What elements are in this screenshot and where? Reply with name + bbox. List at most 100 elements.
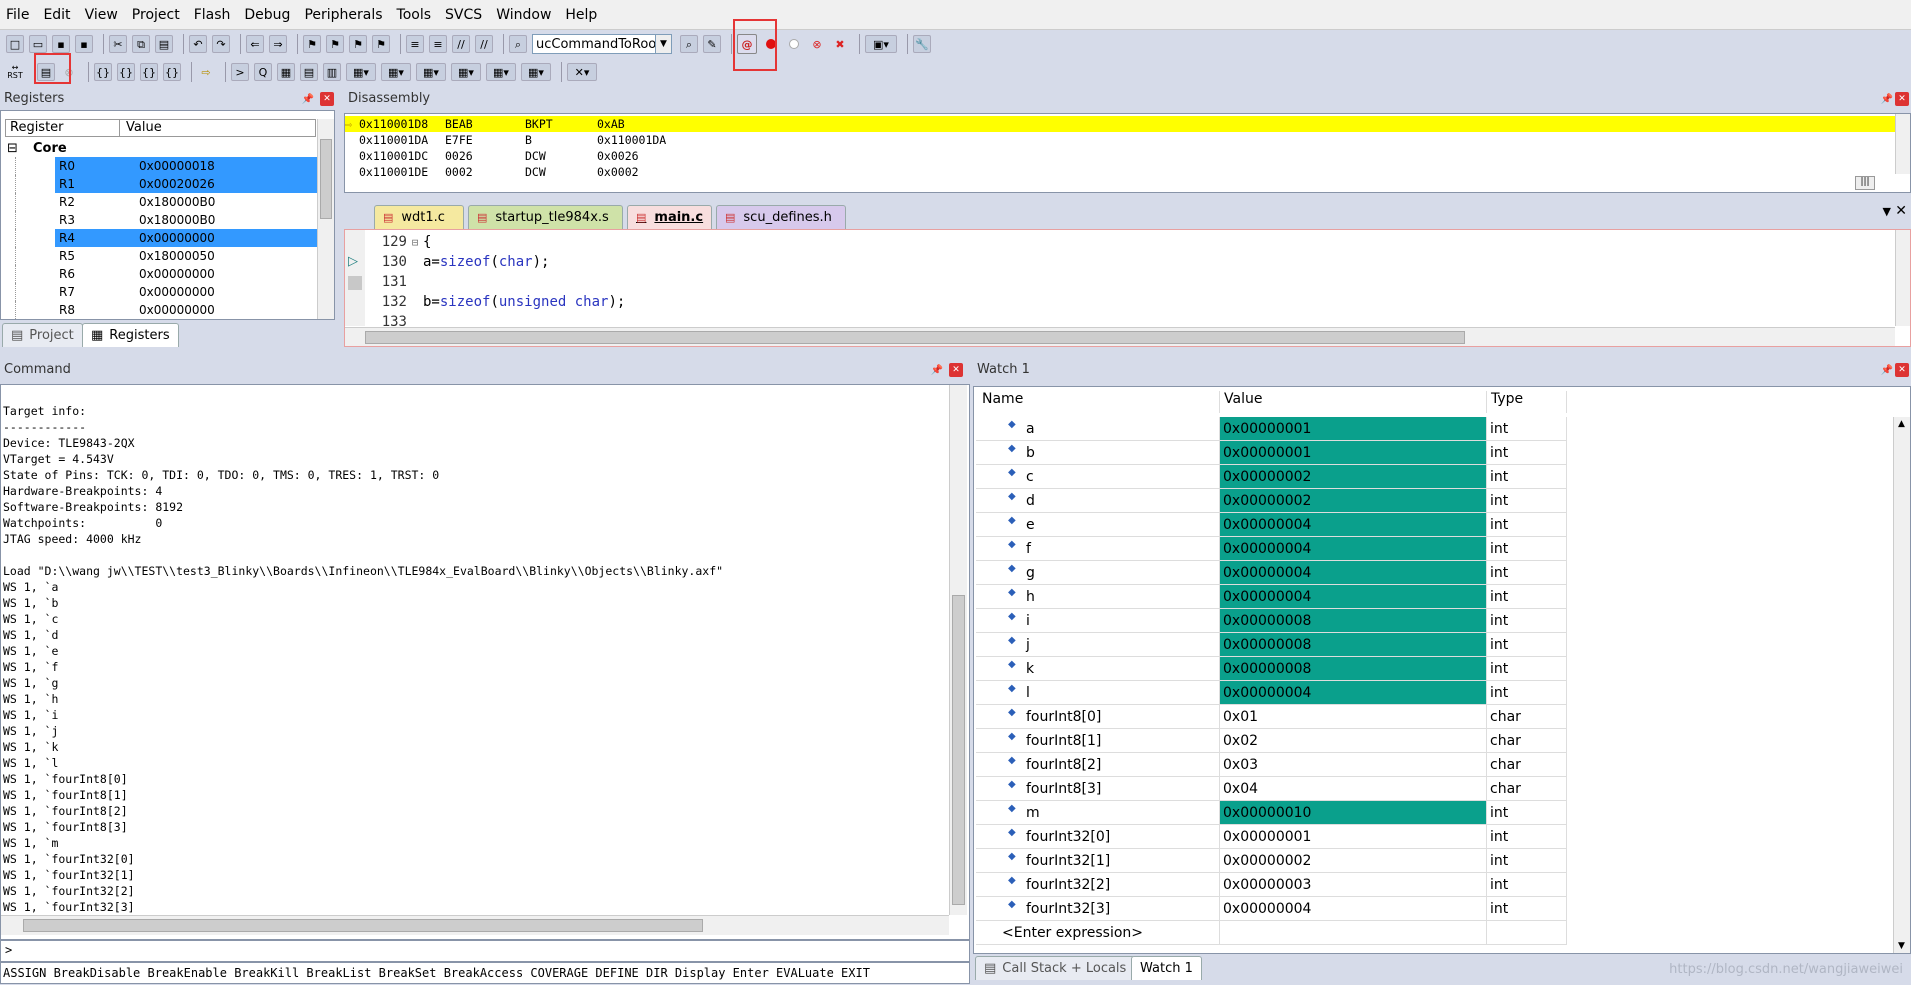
watch-row[interactable]: ◆ g 0x00000004 int bbox=[976, 561, 1567, 585]
pin-icon[interactable]: 📌 bbox=[1880, 363, 1894, 377]
splitter-handle-icon[interactable]: ||| bbox=[1855, 176, 1875, 190]
watch-value[interactable]: 0x00000001 bbox=[1220, 417, 1487, 441]
redo-icon[interactable]: ↷ bbox=[212, 35, 230, 53]
disassembly-line[interactable]: 0x110001DA E7FE B 0x110001DA bbox=[345, 132, 1895, 148]
tab-registers[interactable]: ▦ Registers bbox=[82, 323, 179, 347]
watch-value[interactable]: 0x02 bbox=[1220, 729, 1487, 753]
editor-tab-wdt1-c[interactable]: ▤ wdt1.c bbox=[374, 205, 464, 229]
register-row[interactable]: R3 0x180000B0 bbox=[1, 211, 316, 229]
watch-row[interactable]: ◆ fourInt32[2] 0x00000003 int bbox=[976, 873, 1567, 897]
register-value[interactable]: 0x00000000 bbox=[133, 265, 323, 283]
configure-icon[interactable]: 🔧 bbox=[913, 35, 931, 53]
save-all-icon[interactable]: ▪ bbox=[75, 35, 93, 53]
step-into-icon[interactable]: {} bbox=[94, 63, 112, 81]
bookmark-icon[interactable]: ⚑ bbox=[303, 35, 321, 53]
value-column-header[interactable]: Value bbox=[120, 120, 162, 136]
breakpoint-disable-icon[interactable] bbox=[785, 35, 803, 53]
scroll-thumb[interactable] bbox=[365, 331, 1465, 344]
watch-name[interactable]: ◆ fourInt8[1] bbox=[976, 729, 1220, 753]
unindent-icon[interactable]: ≡ bbox=[429, 35, 447, 53]
menu-item-flash[interactable]: Flash bbox=[194, 7, 231, 23]
close-icon[interactable]: ✕ bbox=[320, 92, 334, 106]
value-column-header[interactable]: Value bbox=[1220, 391, 1487, 413]
register-value[interactable]: 0x00000000 bbox=[133, 229, 323, 247]
watch-value[interactable]: 0x00000008 bbox=[1220, 657, 1487, 681]
register-row[interactable]: R5 0x18000050 bbox=[1, 247, 316, 265]
menu-item-project[interactable]: Project bbox=[132, 7, 180, 23]
watch-name[interactable]: ◆ l bbox=[976, 681, 1220, 705]
reset-icon[interactable]: ↔ RST bbox=[6, 63, 24, 81]
menu-item-help[interactable]: Help bbox=[565, 7, 597, 23]
tab-call-stack[interactable]: ▤ Call Stack + Locals bbox=[975, 956, 1136, 980]
paste-icon[interactable]: ▤ bbox=[155, 35, 173, 53]
watch-name[interactable]: ◆ fourInt32[3] bbox=[976, 897, 1220, 921]
register-value[interactable]: 0x00000018 bbox=[133, 157, 323, 175]
watch-name[interactable]: ◆ m bbox=[976, 801, 1220, 825]
tab-watch-1[interactable]: Watch 1 bbox=[1131, 956, 1202, 980]
scroll-down-icon[interactable]: ▼ bbox=[1898, 941, 1905, 951]
registers-window-icon[interactable]: ▤ bbox=[300, 63, 318, 81]
watch-row[interactable]: ◆ b 0x00000001 int bbox=[976, 441, 1567, 465]
comment-icon[interactable]: // bbox=[452, 35, 470, 53]
watch-row[interactable]: ◆ h 0x00000004 int bbox=[976, 585, 1567, 609]
editor-tab-startup-tle984x-s[interactable]: ▤ startup_tle984x.s bbox=[468, 205, 623, 229]
watch-value[interactable]: 0x03 bbox=[1220, 753, 1487, 777]
watch-value[interactable]: 0x00000010 bbox=[1220, 801, 1487, 825]
menu-item-window[interactable]: Window bbox=[496, 7, 551, 23]
close-tab-icon[interactable]: ✕ bbox=[1895, 203, 1907, 219]
serial-window-icon[interactable]: ▦▾ bbox=[416, 63, 446, 81]
watch-row[interactable]: ◆ fourInt8[3] 0x04 char bbox=[976, 777, 1567, 801]
editor-tab-scu-defines-h[interactable]: ▤ scu_defines.h bbox=[716, 205, 846, 229]
watch-name[interactable]: ◆ fourInt32[2] bbox=[976, 873, 1220, 897]
register-value[interactable]: 0x00000000 bbox=[133, 283, 323, 301]
bookmark-clear-icon[interactable]: ⚑ bbox=[372, 35, 390, 53]
close-icon[interactable]: ✕ bbox=[1895, 363, 1909, 377]
register-value[interactable]: 0x00020026 bbox=[133, 175, 323, 193]
watch-value[interactable]: 0x00000008 bbox=[1220, 609, 1487, 633]
cut-icon[interactable]: ✂ bbox=[109, 35, 127, 53]
pin-icon[interactable]: 📌 bbox=[1880, 92, 1894, 106]
watch-row[interactable]: ◆ fourInt8[1] 0x02 char bbox=[976, 729, 1567, 753]
watch-row[interactable]: ◆ j 0x00000008 int bbox=[976, 633, 1567, 657]
register-row[interactable]: R8 0x00000000 bbox=[1, 301, 316, 319]
watch-name[interactable]: ◆ f bbox=[976, 537, 1220, 561]
scroll-thumb[interactable] bbox=[952, 595, 965, 905]
disassembly-scrollbar[interactable] bbox=[1895, 114, 1910, 174]
editor-scrollbar-h[interactable] bbox=[345, 327, 1895, 346]
menu-item-edit[interactable]: Edit bbox=[43, 7, 70, 23]
watch-row[interactable]: ◆ c 0x00000002 int bbox=[976, 465, 1567, 489]
watch-value[interactable]: 0x00000001 bbox=[1220, 441, 1487, 465]
menu-item-svcs[interactable]: SVCS bbox=[445, 7, 482, 23]
watch-name[interactable]: ◆ fourInt8[0] bbox=[976, 705, 1220, 729]
fold-icon[interactable]: ⊟ bbox=[407, 236, 423, 249]
menu-item-view[interactable]: View bbox=[85, 7, 118, 23]
window-layout-icon[interactable]: ▣▾ bbox=[865, 35, 897, 53]
watch-name[interactable]: ◆ k bbox=[976, 657, 1220, 681]
open-file-icon[interactable]: ▭ bbox=[29, 35, 47, 53]
find-in-files-icon[interactable]: ⌕ bbox=[509, 35, 527, 53]
watch-row[interactable]: ◆ fourInt32[0] 0x00000001 int bbox=[976, 825, 1567, 849]
watch-value[interactable]: 0x00000002 bbox=[1220, 849, 1487, 873]
watch-row[interactable]: ◆ k 0x00000008 int bbox=[976, 657, 1567, 681]
indent-icon[interactable]: ≡ bbox=[406, 35, 424, 53]
scroll-thumb[interactable] bbox=[320, 139, 332, 219]
symbols-window-icon[interactable]: ▦ bbox=[277, 63, 295, 81]
step-out-icon[interactable]: {} bbox=[140, 63, 158, 81]
target-combo[interactable]: ucCommandToRoof ▼ bbox=[532, 34, 672, 54]
watch-row[interactable]: ◆ fourInt8[2] 0x03 char bbox=[976, 753, 1567, 777]
watch-row[interactable]: ◆ d 0x00000002 int bbox=[976, 489, 1567, 513]
chevron-down-icon[interactable]: ▼ bbox=[655, 35, 671, 53]
scroll-thumb[interactable] bbox=[23, 919, 703, 932]
register-value[interactable]: 0x180000B0 bbox=[133, 193, 323, 211]
system-viewer-icon[interactable]: ▦▾ bbox=[521, 63, 551, 81]
core-group[interactable]: ⊟ Core bbox=[7, 141, 67, 156]
watch-name[interactable]: ◆ fourInt32[1] bbox=[976, 849, 1220, 873]
code-line[interactable]: 131 bbox=[365, 272, 423, 292]
command-scrollbar-v[interactable] bbox=[949, 385, 967, 915]
scroll-up-icon[interactable]: ▲ bbox=[1898, 419, 1905, 429]
nav-forward-icon[interactable]: ⇒ bbox=[269, 35, 287, 53]
disassembly-line[interactable]: 0x110001DC 0026 DCW 0x0026 bbox=[345, 148, 1895, 164]
run-to-cursor-icon[interactable]: {} bbox=[163, 63, 181, 81]
disassembly-line[interactable]: ⇨ 0x110001D8 BEAB BKPT 0xAB bbox=[345, 116, 1895, 132]
code-line[interactable]: 132 b= sizeof(unsigned char); bbox=[365, 292, 626, 312]
